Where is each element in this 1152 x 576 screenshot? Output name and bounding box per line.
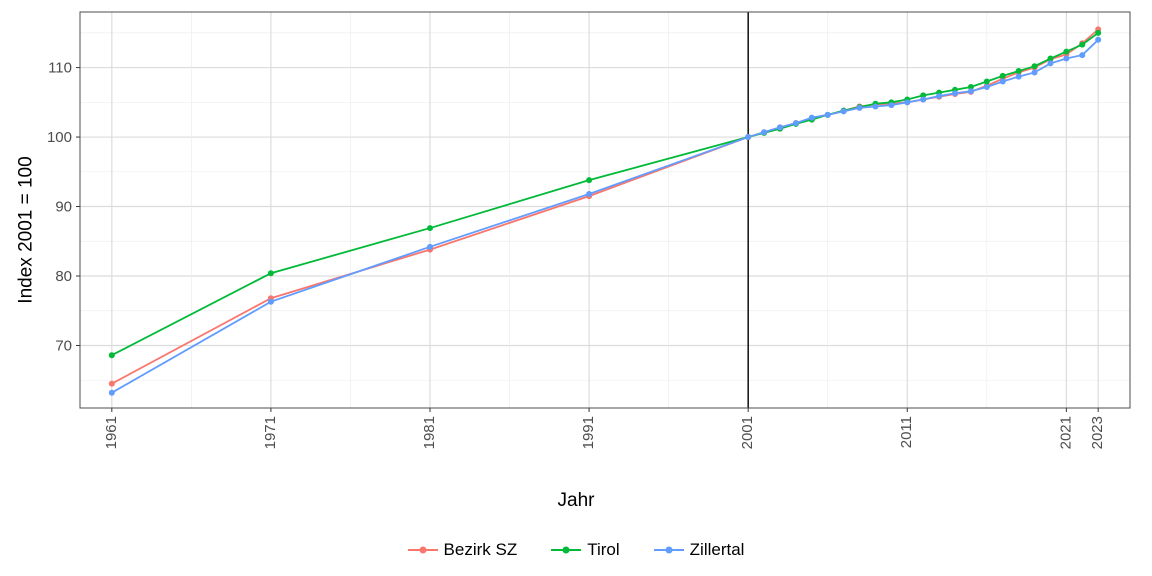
legend-label-zillertal: Zillertal [690,540,745,560]
legend-item-zillertal: Zillertal [654,540,745,560]
svg-text:2023: 2023 [1089,416,1106,449]
legend-item-tirol: Tirol [551,540,619,560]
svg-text:110: 110 [48,60,72,77]
svg-text:90: 90 [55,199,72,216]
legend-swatch-tirol [551,549,581,551]
legend: Bezirk SZ Tirol Zillertal [0,540,1152,560]
legend-swatch-zillertal [654,549,684,551]
svg-text:2021: 2021 [1057,416,1074,449]
svg-text:1971: 1971 [262,416,279,449]
chart-container: Index 2001 = 100 70809010011019611971198… [0,0,1152,576]
chart-svg: 70 80 90 100 110 1961 1971 1981 1991 2001 2011 2021… [0,0,1152,470]
legend-swatch-bezirk-sz [408,549,438,551]
legend-label-bezirk-sz: Bezirk SZ [444,540,518,560]
legend-item-bezirk-sz: Bezirk SZ [408,540,518,560]
x-axis-title-text: Jahr [558,490,595,511]
svg-text:70: 70 [55,337,72,354]
svg-text:2011: 2011 [898,416,915,448]
svg-text:1961: 1961 [103,416,120,449]
svg-text:1981: 1981 [421,416,438,449]
svg-text:80: 80 [55,268,72,285]
svg-text:2001: 2001 [739,416,756,449]
legend-label-tirol: Tirol [587,540,619,560]
x-axis-title: Jahr [0,490,1152,512]
svg-text:1991: 1991 [580,416,597,449]
svg-text:100: 100 [47,129,72,146]
